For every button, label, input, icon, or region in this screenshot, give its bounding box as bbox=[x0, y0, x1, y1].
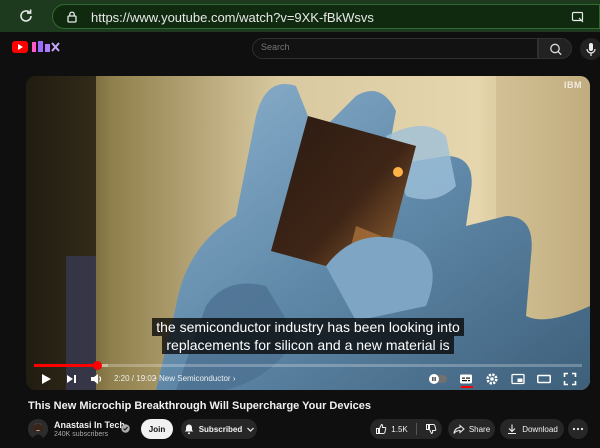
like-count[interactable]: 1.5K bbox=[391, 425, 407, 434]
browser-toolbar: https://www.youtube.com/watch?v=9XK-fBkW… bbox=[0, 0, 600, 32]
fullscreen-icon bbox=[563, 372, 577, 386]
search-button[interactable] bbox=[538, 38, 572, 59]
youtube-logo[interactable] bbox=[12, 41, 28, 53]
like-dislike-group: 1.5K bbox=[370, 419, 442, 439]
youtube-masthead bbox=[0, 32, 600, 64]
search-box[interactable] bbox=[252, 38, 538, 59]
mic-icon bbox=[586, 43, 596, 56]
chevron-down-icon bbox=[247, 427, 255, 432]
subtitles-active-indicator bbox=[461, 386, 473, 388]
like-divider bbox=[415, 423, 417, 435]
video-title: This New Microchip Breakthrough Will Sup… bbox=[28, 400, 372, 412]
verified-badge-icon bbox=[121, 420, 130, 433]
fullscreen-button[interactable] bbox=[563, 372, 577, 386]
progress-played bbox=[34, 364, 98, 367]
settings-icon bbox=[486, 373, 498, 385]
search-input[interactable] bbox=[261, 42, 521, 52]
mute-button[interactable] bbox=[89, 372, 103, 386]
more-horizontal-icon bbox=[572, 427, 584, 431]
download-button[interactable]: Download bbox=[500, 419, 564, 439]
miniplayer-button[interactable] bbox=[511, 372, 525, 386]
bell-icon bbox=[184, 424, 193, 435]
play-button[interactable] bbox=[39, 372, 53, 386]
like-button[interactable]: 1.5K bbox=[375, 423, 408, 435]
subtitles-button[interactable] bbox=[459, 372, 473, 386]
progress-bar[interactable] bbox=[34, 361, 582, 370]
address-bar[interactable]: https://www.youtube.com/watch?v=9XK-fBkW… bbox=[52, 4, 600, 29]
caption-line-2: replacements for silicon and a new mater… bbox=[26, 336, 590, 355]
more-actions-button[interactable] bbox=[568, 419, 588, 439]
next-icon bbox=[67, 375, 76, 383]
site-info-icon[interactable] bbox=[571, 10, 585, 24]
next-button[interactable] bbox=[64, 372, 78, 386]
join-button[interactable]: Join bbox=[141, 419, 173, 439]
theater-mode-button[interactable] bbox=[537, 372, 551, 386]
settings-button[interactable] bbox=[485, 372, 499, 386]
chevron-right-icon: › bbox=[232, 374, 236, 383]
volume-icon bbox=[91, 374, 102, 384]
lock-icon[interactable] bbox=[65, 10, 79, 24]
caption-line-1: the semiconductor industry has been look… bbox=[26, 318, 590, 337]
reload-icon[interactable] bbox=[17, 7, 35, 25]
thumbs-down-icon bbox=[425, 424, 437, 435]
url-text[interactable]: https://www.youtube.com/watch?v=9XK-fBkW… bbox=[91, 10, 374, 25]
voice-search-button[interactable] bbox=[580, 38, 600, 60]
search-icon bbox=[550, 43, 562, 56]
share-icon bbox=[453, 424, 465, 434]
dislike-button[interactable] bbox=[425, 423, 437, 435]
play-icon bbox=[42, 374, 51, 384]
share-button[interactable]: Share bbox=[448, 419, 495, 439]
autoplay-toggle[interactable] bbox=[428, 373, 448, 387]
autoplay-toggle-icon bbox=[429, 374, 447, 384]
subscriber-count: 240K subscribers bbox=[54, 431, 109, 438]
chapter-separator: • bbox=[154, 374, 157, 383]
subtitles-icon bbox=[460, 374, 472, 384]
miniplayer-icon bbox=[511, 373, 525, 385]
channel-avatar[interactable] bbox=[28, 419, 48, 439]
subscribed-button[interactable]: Subscribed bbox=[181, 419, 257, 439]
chapter-title[interactable]: New Semiconductor › bbox=[159, 374, 236, 383]
channel-name[interactable]: Anastasi In Tech bbox=[54, 420, 125, 430]
time-display: 2:20 / 19:02 bbox=[114, 374, 157, 383]
theater-icon bbox=[537, 374, 551, 384]
download-icon bbox=[508, 424, 517, 435]
thumbs-up-icon bbox=[376, 423, 387, 434]
ibm-watermark: IBM bbox=[564, 80, 582, 90]
youtube-doodle-logo[interactable] bbox=[31, 40, 61, 54]
video-player[interactable]: IBM the semiconductor industry has been … bbox=[26, 76, 590, 390]
